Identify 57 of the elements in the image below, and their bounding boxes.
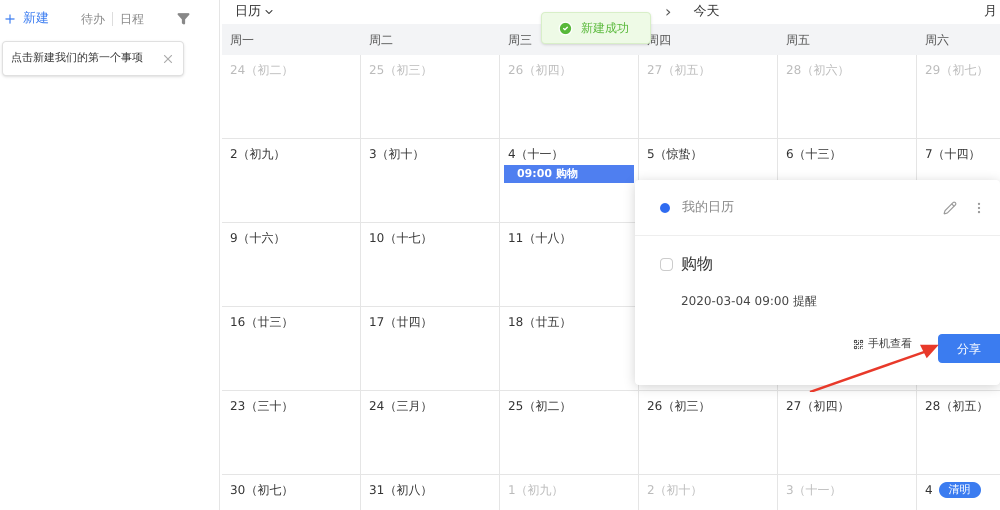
day-label: 1（初九）: [508, 482, 564, 499]
day-label: 18（廿五）: [508, 314, 572, 331]
next-button[interactable]: ›: [665, 0, 672, 24]
reminder-text: 2020-03-04 09:00 提醒: [681, 293, 817, 310]
weekday-label: 周二: [369, 32, 393, 48]
task-checkbox[interactable]: [660, 258, 673, 270]
day-label: 2（初十）: [647, 482, 703, 499]
day-label: 6（十三）: [786, 146, 842, 163]
weekday-label: 周一: [230, 32, 254, 48]
day-label: 7（十四）: [925, 146, 981, 163]
weekday-label: 周三: [508, 32, 532, 48]
view-mode[interactable]: 月: [984, 2, 997, 22]
day-label: 26（初三）: [647, 398, 710, 415]
tab[interactable]: 日程: [120, 10, 144, 28]
day-label: 27（初四）: [786, 398, 850, 415]
event-bar[interactable]: 09:00 购物: [504, 165, 634, 183]
day-label: 28（初六）: [786, 62, 850, 79]
holiday-badge: 清明: [938, 482, 981, 498]
day-label: 11（十八）: [508, 230, 572, 247]
share-button[interactable]: 分享: [938, 334, 1000, 363]
day-label: 3（十一）: [786, 482, 842, 499]
task-title: 购物: [681, 253, 713, 275]
toast-text: 新建成功: [581, 20, 629, 37]
calendar-name: 我的日历: [682, 198, 734, 217]
edit-icon[interactable]: [943, 200, 957, 214]
day-label: 4: [925, 482, 933, 499]
plus-icon: [3, 12, 17, 26]
day-label: 4（十一）: [508, 146, 564, 163]
qr-code-icon: [853, 339, 864, 350]
day-label: 26（初四）: [508, 62, 572, 79]
check-icon: [558, 20, 573, 36]
day-label: 27（初五）: [647, 62, 710, 79]
view-dropdown[interactable]: 日历: [235, 2, 275, 22]
today-button[interactable]: 今天: [693, 2, 720, 22]
day-label: 24（初二）: [230, 62, 294, 79]
day-label: 24（三月）: [369, 398, 432, 415]
day-label: 25（初三）: [369, 62, 432, 79]
new-button[interactable]: 新建: [3, 8, 49, 28]
day-label: 5（惊蛰）: [647, 146, 703, 163]
day-label: 2（初九）: [230, 146, 286, 163]
day-label: 9（十六）: [230, 230, 286, 247]
day-label: 28（初五）: [925, 398, 988, 415]
day-label: 17（廿四）: [369, 314, 432, 331]
weekday-label: 周六: [925, 32, 949, 48]
day-label: 31（初八）: [369, 482, 432, 499]
day-label: 29（初七）: [925, 62, 988, 79]
tooltip-text: 点击新建我们的第一个事项: [11, 50, 143, 66]
day-label: 3（初十）: [369, 146, 425, 163]
day-label: 30（初七）: [230, 482, 294, 499]
weekday-label: 周五: [786, 32, 810, 48]
day-label: 16（廿三）: [230, 314, 294, 331]
day-label: 25（初二）: [508, 398, 572, 415]
mobile-view-button[interactable]: 手机查看: [853, 336, 912, 353]
day-label: 23（三十）: [230, 398, 294, 415]
filter-icon[interactable]: [177, 12, 190, 25]
day-label: 10（十七）: [369, 230, 432, 247]
tab[interactable]: 待办: [81, 10, 105, 28]
